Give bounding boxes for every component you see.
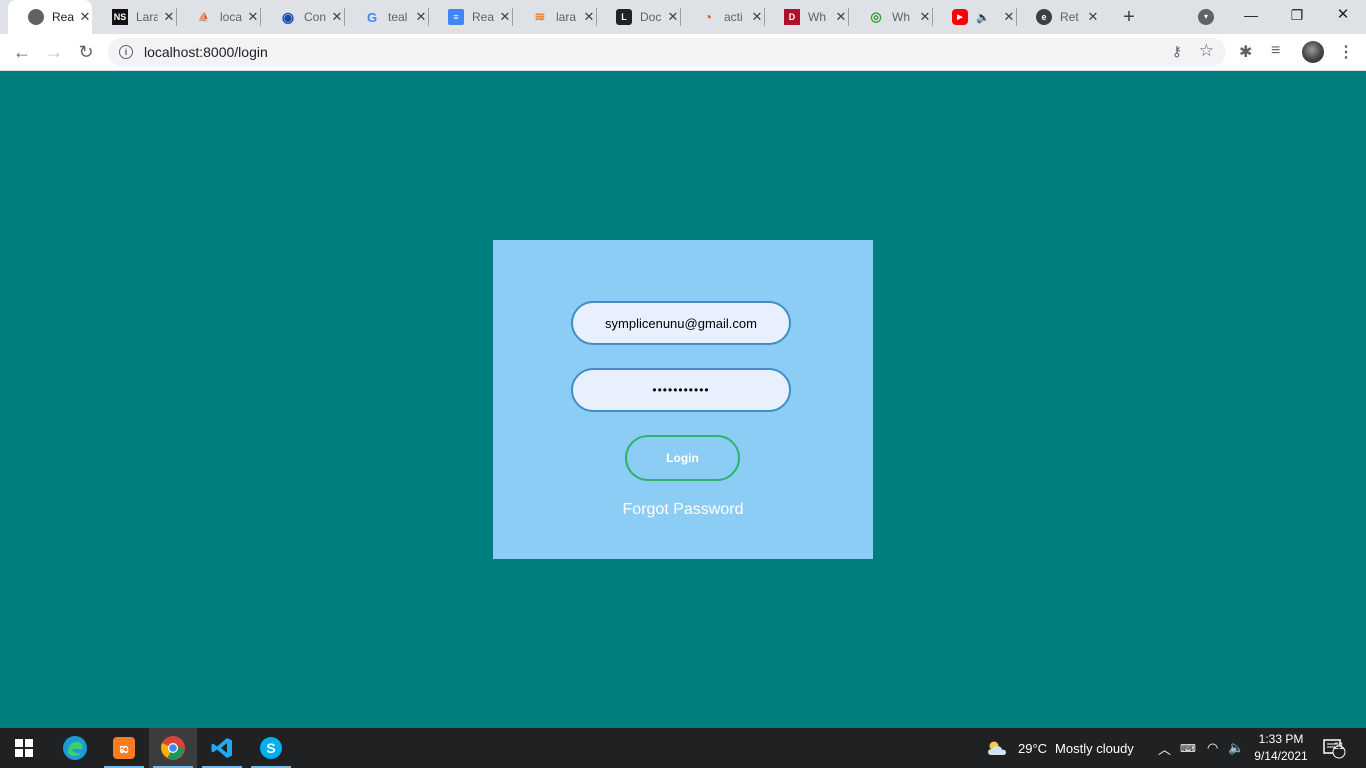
ubuntu-icon: ◔ [703,9,713,25]
close-window-button[interactable]: ✕ [1329,4,1357,26]
restore-button[interactable]: ❐ [1283,4,1311,26]
close-tab-icon[interactable]: ✕ [834,9,848,24]
edge-browser-icon[interactable] [51,728,99,768]
tab-title: Ret [1060,10,1079,24]
browser-tab[interactable]: ⛵ loca ✕ [176,0,260,34]
tab-title: Wh [892,10,910,24]
tab-title: Lara [136,10,158,24]
docs-icon: ≡ [448,9,464,25]
tab-audio-icon[interactable]: 🔈 [976,11,998,24]
close-tab-icon[interactable]: ✕ [78,9,92,24]
menu-kebab-icon[interactable]: ⋮ [1338,42,1354,62]
youtube-icon: ▶ [952,9,968,25]
tab-title: loca [220,10,242,24]
close-tab-icon[interactable]: ✕ [582,9,596,24]
close-tab-icon[interactable]: ✕ [498,9,512,24]
close-tab-icon[interactable]: ✕ [750,9,764,24]
tray-chevron-icon[interactable]: ︿ [1158,728,1171,768]
close-tab-icon[interactable]: ✕ [246,9,260,24]
forward-arrow-icon[interactable]: → [44,42,64,62]
browser-tab[interactable]: e Ret ✕ [1016,0,1100,34]
close-tab-icon[interactable]: ✕ [414,9,428,24]
clock-time: 1:33 PM [1258,732,1304,746]
url-text[interactable]: localhost:8000/login [144,44,268,60]
circle-logo-icon: ◉ [281,8,295,25]
browser-tab[interactable]: D Wh ✕ [764,0,848,34]
password-field[interactable] [571,368,791,412]
minimize-button[interactable]: — [1237,4,1265,26]
browser-toolbar: ← → ↻ i localhost:8000/login ⚷ ☆ ✱ ≡ ⋮ [0,34,1366,71]
browser-tab[interactable]: ◔ acti ✕ [680,0,764,34]
xampp-icon[interactable]: ಐ [100,728,148,768]
browser-tab[interactable]: ≡ Real ✕ [428,0,512,34]
close-tab-icon[interactable]: ✕ [666,9,680,24]
browser-tab-strip: Real ✕ NS Lara ✕ ⛵ loca ✕ ◉ Con ✕ Gteal ✕ ≡ Real ✕ ≋ lara… [0,0,1366,34]
tab-title: Wh [808,10,826,24]
volume-icon[interactable]: 🔈 [1228,728,1244,768]
tab-title: teal [388,10,408,24]
skype-icon[interactable]: S [247,728,295,768]
login-button[interactable]: Login [625,435,740,481]
back-arrow-icon[interactable]: ← [12,42,32,62]
google-icon: G [366,9,378,25]
browser-tab[interactable]: L Doc ✕ [596,0,680,34]
whatsapp-icon: ◎ [870,9,882,24]
close-tab-icon[interactable]: ✕ [162,9,176,24]
notification-center-icon[interactable]: 21 [1322,728,1346,768]
windows-taskbar: ಐ S 29°C Mostly cloudy ︿ ⌨ ◠ 🔈 1:33 PM 9… [0,728,1366,768]
svg-text:ಐ: ಐ [119,740,128,756]
tab-search-icon[interactable]: ▾ [1198,9,1214,25]
cloud-sun-icon [988,741,1006,755]
extensions-puzzle-icon[interactable]: ✱ [1239,42,1252,62]
weather-description: Mostly cloudy [1055,740,1134,756]
bookmark-star-icon[interactable]: ☆ [1199,41,1214,61]
edge-legacy-icon: e [1036,9,1052,25]
notification-count: 21 [1333,741,1344,751]
address-bar[interactable]: i localhost:8000/login ⚷ ☆ [108,38,1226,66]
browser-tab[interactable]: ◎ Wh ✕ [848,0,932,34]
clock-date: 9/14/2021 [1254,749,1308,763]
wifi-icon[interactable]: ◠ [1207,728,1218,768]
key-icon[interactable]: ⚷ [1172,43,1182,60]
reload-icon[interactable]: ↻ [76,42,96,62]
chrome-icon[interactable] [149,728,197,768]
browser-tab[interactable]: NS Lara ✕ [92,0,176,34]
weather-temperature: 29°C [1018,740,1048,756]
browser-tab[interactable]: Gteal ✕ [344,0,428,34]
tab-title: lara [556,10,577,24]
phpmyadmin-icon: ⛵ [198,11,210,22]
browser-tab[interactable]: ◉ Con ✕ [260,0,344,34]
tab-title: Real [472,10,494,24]
login-card: Login Forgot Password [493,240,873,559]
email-field[interactable] [571,301,791,345]
new-tab-button[interactable]: + [1119,7,1139,27]
svg-text:S: S [266,740,275,756]
close-tab-icon[interactable]: ✕ [1086,9,1100,24]
close-tab-icon[interactable]: ✕ [1002,9,1016,24]
tab-title: Con [304,10,326,24]
weather-widget[interactable]: 29°C Mostly cloudy [986,728,1134,768]
site-info-icon[interactable]: i [119,45,133,59]
system-clock[interactable]: 1:33 PM 9/14/2021 [1250,731,1312,765]
profile-avatar[interactable] [1302,41,1324,63]
windows-start-icon[interactable] [0,728,48,768]
d-logo-icon: D [784,9,800,25]
vscode-icon[interactable] [198,728,246,768]
ns-icon: NS [112,9,128,25]
media-queue-icon[interactable]: ≡ [1271,42,1280,60]
close-tab-icon[interactable]: ✕ [330,9,344,24]
stackoverflow-icon: ≋ [534,9,546,24]
tab-title: Real [52,10,74,24]
close-tab-icon[interactable]: ✕ [918,9,932,24]
laravel-doc-icon: L [616,9,632,25]
browser-tab[interactable]: ≋ lara ✕ [512,0,596,34]
tab-title: Doc [640,10,662,24]
browser-tab[interactable]: ▶ 🔈 ✕ [932,0,1016,34]
browser-tab[interactable]: Real ✕ [8,0,92,34]
tab-title: acti [724,10,743,24]
forgot-password-link[interactable]: Forgot Password [493,501,873,519]
input-method-icon[interactable]: ⌨ [1180,728,1196,768]
globe-icon [28,9,44,25]
